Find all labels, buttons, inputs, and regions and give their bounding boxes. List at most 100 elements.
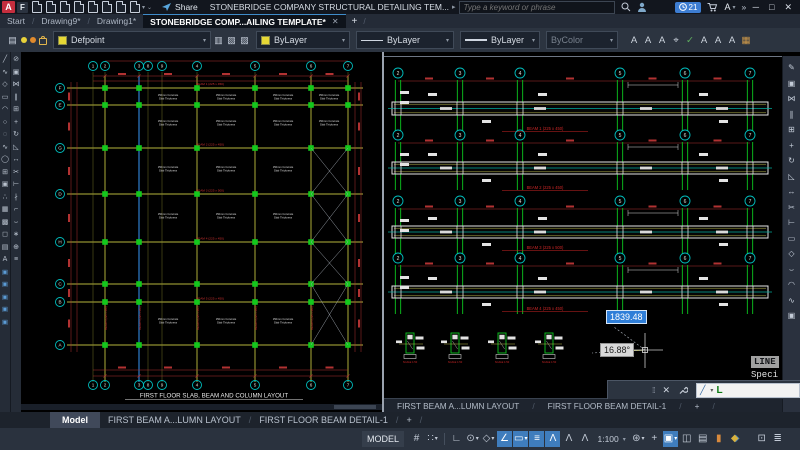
layer-dropdown[interactable]: Defpoint ▾ [53,31,211,49]
find-text-icon[interactable]: ⌖ [670,35,682,46]
mirror-icon[interactable]: ⋈ [11,79,21,92]
snap-mode-icon[interactable]: ∷ ▾ [425,431,440,447]
minimize-button[interactable]: ─ [753,2,759,12]
save-drawing-icon[interactable] [60,1,70,13]
layer-thaw-sun-icon[interactable] [30,37,36,43]
fillet-icon[interactable]: ⌣ [783,262,800,278]
isometric-drafting-icon[interactable]: ◇ ▾ [481,431,496,447]
array-icon[interactable]: ⊞ [11,104,21,117]
ellipse-icon[interactable]: ◯ [0,154,10,167]
lineweight-dropdown[interactable]: ByLayer ▾ [460,31,540,49]
arc-icon[interactable]: ◠ [0,104,10,117]
offset-icon[interactable]: ∥ [11,92,21,105]
multiline-text-icon[interactable]: A [0,254,10,267]
spline-icon[interactable]: ∿ [783,293,800,309]
match-layer-icon[interactable]: ▧ [226,35,237,46]
clean-screen-icon[interactable]: ⊡ [754,431,769,447]
layout-tab-beam-detail[interactable]: FIRST FLOOR BEAM DETAIL-1 [540,401,675,411]
layer-off-icon[interactable]: ▣ [0,304,10,317]
sign-in-user-icon[interactable] [637,2,647,12]
layer-lock-icon[interactable]: ▣ [0,317,10,330]
hardware-acceleration-icon[interactable]: ▣ ▾ [662,431,679,447]
command-input-field[interactable]: ╱ ▾ L [696,382,800,398]
polar-tracking-icon[interactable]: ⊙ ▾ [465,431,480,447]
share-button[interactable]: Share [162,2,198,12]
text-frame-icon[interactable]: A [726,35,738,46]
previous-layer-icon[interactable]: ▨ [239,35,250,46]
layer-freeze-icon[interactable]: ▣ [0,292,10,305]
chamfer-icon[interactable]: ⌐ [11,204,21,217]
new-layout-button[interactable]: + [398,415,419,425]
copy-icon[interactable]: ▣ [783,76,800,92]
trial-countdown-badge[interactable]: 21 [674,1,702,13]
extend-icon[interactable]: ⊢ [783,215,800,231]
mirror-icon[interactable]: ⋈ [783,91,800,107]
polyline-icon[interactable]: ∿ [0,67,10,80]
single-line-text-icon[interactable]: A [642,35,654,46]
table-icon[interactable]: ▦ [740,35,752,46]
tab-start[interactable]: Start [0,14,32,28]
polygon-icon[interactable]: ◇ [783,246,800,262]
autodesk-account-icon[interactable]: A ▾ [724,2,735,12]
redo-icon[interactable] [116,1,126,13]
linetype-dropdown[interactable]: ByLayer ▾ [356,31,454,49]
quick-properties-icon[interactable]: ◫ [679,431,694,447]
rectangle-icon[interactable]: ▭ [783,231,800,247]
model-tab[interactable]: Model [50,412,100,428]
layout-tab-beam-column[interactable]: FIRST BEAM A...LUMN LAYOUT [389,401,527,411]
hatch-icon[interactable]: ▦ [0,204,10,217]
model-space-button[interactable]: MODEL [362,431,405,447]
line-icon[interactable]: ╱ [0,54,10,67]
scale-icon[interactable]: ◺ [11,142,21,155]
store-cart-icon[interactable] [707,2,718,12]
trim-icon[interactable]: ✂ [11,167,21,180]
undo-icon[interactable] [102,1,112,13]
horizontal-scrollbar[interactable] [21,404,382,410]
point-icon[interactable]: ∴ [0,192,10,205]
revision-cloud-icon[interactable]: ◌ [0,129,10,142]
graphics-shield-icon[interactable]: ◆ [727,431,742,447]
rectangle-icon[interactable]: ▭ [0,92,10,105]
polygon-icon[interactable]: ◇ [0,79,10,92]
annotation-monitor-icon[interactable]: + [647,431,662,447]
copy-icon[interactable]: ▣ [11,67,21,80]
new-drawing-tab-button[interactable]: + [346,16,364,27]
qat-dropdown-icon[interactable]: ▾ [142,4,145,11]
title-expand-icon[interactable]: ▸ [452,3,456,11]
customize-icon[interactable]: ≣ [770,431,785,447]
circle-icon[interactable]: ○ [0,117,10,130]
annotation-visibility-icon[interactable]: Λ [545,431,561,447]
array-icon[interactable]: ⊞ [783,122,800,138]
annotation-scale-person-icon[interactable]: Λ [577,431,592,447]
batch-plot-icon[interactable] [130,1,140,13]
dock-close-icon[interactable]: ✕ [662,385,670,396]
dock-drag-handle[interactable]: ⁞⁞ [652,386,656,395]
explode-icon[interactable]: ∗ [11,229,21,242]
search-icon[interactable] [621,2,631,12]
layer-properties-icon[interactable]: ▤ [7,35,18,46]
qat-customize-icon[interactable]: ⌄ [147,4,152,11]
overflow-chevrons-icon[interactable]: » [741,2,746,12]
annotation-scale-value[interactable]: 1:100 ▾ [593,434,629,444]
create-block-icon[interactable]: ▣ [0,179,10,192]
ortho-mode-icon[interactable]: ∟ [449,431,464,447]
performance-icon[interactable]: ▮ [711,431,726,447]
align-icon[interactable]: ≡ [11,254,21,267]
new-drawing-icon[interactable] [32,1,42,13]
join-icon[interactable]: ⊕ [11,242,21,255]
fillet-icon[interactable]: ⌣ [11,217,21,230]
close-button[interactable]: ✕ [784,2,792,13]
edit-icon[interactable]: ✎ [783,60,800,76]
layer-match-icon[interactable]: ▣ [0,267,10,280]
make-current-layer-icon[interactable]: ▥ [213,35,224,46]
save-as-icon[interactable] [74,1,84,13]
extend-icon[interactable]: ⊢ [11,179,21,192]
layer-unlock-icon[interactable] [39,35,47,45]
layout-tab-beam-column[interactable]: FIRST BEAM A...LUMN LAYOUT [100,415,249,425]
tab-drawing1[interactable]: Drawing1* [90,14,143,28]
plot-icon[interactable]: ▤ [695,431,710,447]
insert-block-icon[interactable]: ⊞ [0,167,10,180]
layer-on-bulb-icon[interactable] [21,37,27,43]
open-drawing-icon[interactable] [46,1,56,13]
search-input[interactable] [458,0,615,14]
